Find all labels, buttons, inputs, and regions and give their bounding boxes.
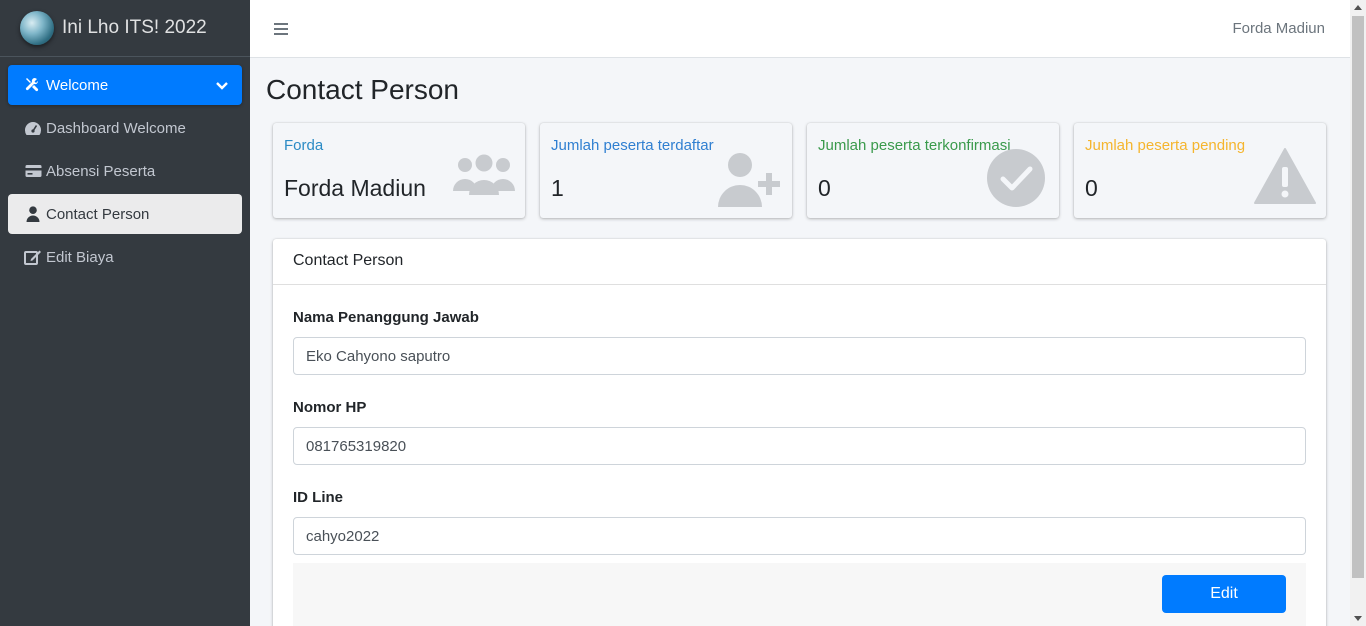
sidebar-item-contact-person[interactable]: Contact Person bbox=[8, 194, 242, 234]
edit-icon bbox=[24, 249, 42, 265]
contact-person-card: Contact Person Nama Penanggung Jawab Nom… bbox=[273, 239, 1326, 626]
nomor-hp-input[interactable] bbox=[293, 427, 1306, 465]
info-box-terdaftar: Jumlah peserta terdaftar 1 bbox=[540, 123, 792, 218]
sidebar-item-welcome[interactable]: Welcome bbox=[8, 65, 242, 105]
sidebar-item-dashboard-welcome[interactable]: Dashboard Welcome bbox=[8, 108, 242, 148]
nama-penanggung-jawab-input[interactable] bbox=[293, 337, 1306, 375]
tools-icon bbox=[24, 77, 42, 93]
info-box-value: 0 bbox=[1085, 175, 1098, 201]
info-box-value: 0 bbox=[818, 175, 831, 201]
info-box-pending: Jumlah peserta pending 0 bbox=[1074, 123, 1326, 218]
sidebar-item-label: Welcome bbox=[46, 76, 109, 94]
scroll-up-icon[interactable] bbox=[1354, 5, 1362, 10]
card-icon bbox=[24, 163, 42, 179]
scroll-thumb[interactable] bbox=[1352, 16, 1364, 578]
navbar-user-name[interactable]: Forda Madiun bbox=[1232, 20, 1325, 37]
info-box-label: Jumlah peserta terkonfirmasi bbox=[818, 137, 1011, 154]
card-footer: Edit bbox=[293, 563, 1306, 626]
tachometer-icon bbox=[24, 120, 42, 136]
menu-toggle-icon[interactable] bbox=[274, 22, 288, 35]
check-circle-icon bbox=[987, 149, 1045, 212]
sidebar: Ini Lho ITS! 2022 Welcome Dashboard Welc… bbox=[0, 0, 250, 626]
sidebar-item-absensi-peserta[interactable]: Absensi Peserta bbox=[8, 151, 242, 191]
page-scrollbar[interactable] bbox=[1350, 0, 1366, 626]
card-title: Contact Person bbox=[273, 239, 1326, 285]
info-box-value: Forda Madiun bbox=[284, 175, 426, 201]
brand-title: Ini Lho ITS! 2022 bbox=[62, 17, 207, 38]
sidebar-item-label: Dashboard Welcome bbox=[46, 119, 186, 137]
contact-form: Nama Penanggung Jawab Nomor HP ID Line bbox=[273, 309, 1326, 555]
field-label-nama: Nama Penanggung Jawab bbox=[293, 309, 479, 326]
info-box-value: 1 bbox=[551, 175, 564, 201]
sidebar-item-label: Edit Biaya bbox=[46, 248, 114, 266]
page-title: Contact Person bbox=[266, 74, 459, 105]
brand-logo bbox=[20, 11, 54, 45]
user-plus-icon bbox=[718, 151, 782, 212]
info-box-forda: Forda Forda Madiun bbox=[273, 123, 525, 218]
warning-icon bbox=[1254, 147, 1316, 210]
id-line-input[interactable] bbox=[293, 517, 1306, 555]
user-icon bbox=[24, 206, 42, 222]
brand-link[interactable]: Ini Lho ITS! 2022 bbox=[0, 0, 250, 57]
top-navbar: Forda Madiun bbox=[250, 0, 1350, 58]
sidebar-item-edit-biaya[interactable]: Edit Biaya bbox=[8, 237, 242, 277]
scroll-down-icon[interactable] bbox=[1354, 616, 1362, 621]
sidebar-item-label: Absensi Peserta bbox=[46, 162, 156, 180]
sidebar-item-label: Contact Person bbox=[46, 205, 150, 223]
field-label-id-line: ID Line bbox=[293, 489, 344, 506]
info-box-label: Forda bbox=[284, 137, 324, 154]
info-box-label: Jumlah peserta terdaftar bbox=[551, 137, 714, 154]
chevron-down-icon bbox=[216, 78, 228, 95]
users-icon bbox=[453, 153, 515, 202]
info-box-label: Jumlah peserta pending bbox=[1085, 137, 1246, 154]
field-label-nomor-hp: Nomor HP bbox=[293, 399, 367, 416]
edit-button[interactable]: Edit bbox=[1162, 575, 1286, 613]
info-box-terkonfirmasi: Jumlah peserta terkonfirmasi 0 bbox=[807, 123, 1059, 218]
sidebar-nav: Welcome Dashboard Welcome Absensi Pesert… bbox=[0, 57, 250, 277]
